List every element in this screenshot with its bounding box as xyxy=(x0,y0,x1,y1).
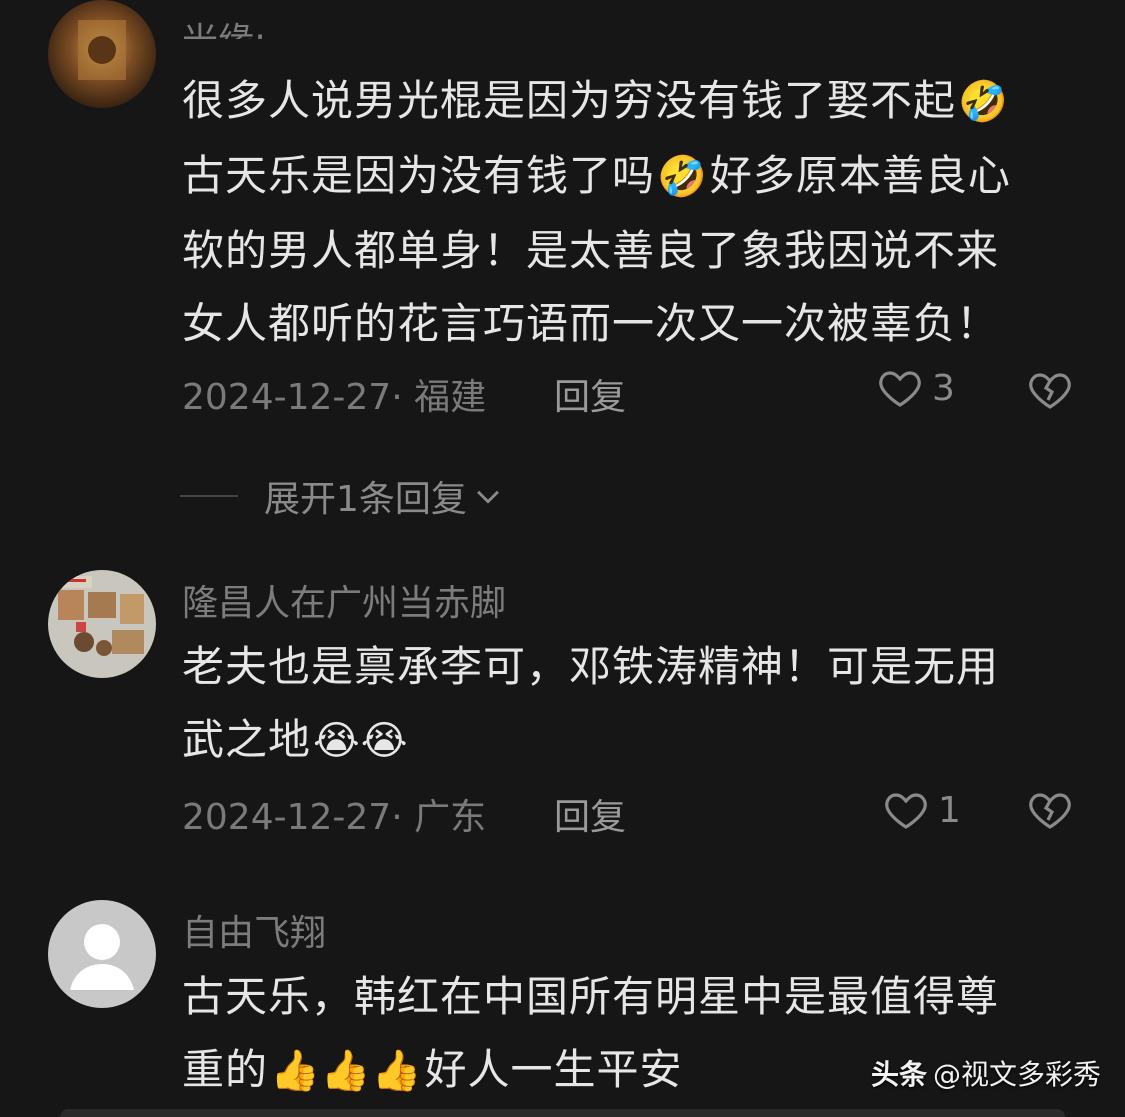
reply-button[interactable]: 回复 xyxy=(554,368,626,420)
watermark-handle: @视文多彩秀 xyxy=(932,1058,1101,1091)
broken-heart-icon[interactable] xyxy=(1026,786,1074,834)
chevron-down-icon xyxy=(476,490,499,504)
reply-button[interactable]: 回复 xyxy=(554,788,626,840)
rofl-emoji-icon: 🤣 xyxy=(657,154,708,200)
person-silhouette-icon xyxy=(48,900,156,1008)
avatar[interactable] xyxy=(48,0,156,108)
rofl-emoji-icon: 🤣 xyxy=(958,79,1009,125)
like-button[interactable]: 1 xyxy=(882,786,961,834)
comment-author[interactable]: 隆昌人在广州当赤脚 xyxy=(182,574,506,626)
avatar[interactable] xyxy=(48,900,156,1008)
watermark: 头条 @视文多彩秀 xyxy=(871,1053,1101,1093)
comment-author[interactable]: 自由飞翔 xyxy=(182,904,326,956)
broken-heart-icon[interactable] xyxy=(1026,366,1074,414)
like-count: 1 xyxy=(938,789,961,831)
watermark-brand: 头条 xyxy=(870,1058,927,1091)
comment-date-region: 2024-12-27· 福建 xyxy=(182,377,487,418)
expand-replies-button[interactable]: 展开1条回复 xyxy=(180,470,505,522)
expand-replies-label: 展开1条回复 xyxy=(264,479,467,520)
comment-author[interactable]: 光缘: xyxy=(182,12,266,39)
thumbs-up-emoji-icon: 👍👍👍 xyxy=(270,1048,423,1094)
crying-emoji-icon: 😭😭 xyxy=(313,718,409,764)
heart-outline-icon xyxy=(879,371,921,407)
like-count: 3 xyxy=(932,367,955,409)
comment-date-region: 2024-12-27· 广东 xyxy=(182,797,487,838)
comment-text: 老夫也是禀承李可，邓铁涛精神！可是无用 武之地😭😭 xyxy=(182,642,1000,764)
comment-text: 很多人说男光棍是因为穷没有钱了娶不起🤣 古天乐是因为没有钱了吗🤣好多原本善良心 … xyxy=(182,76,1011,348)
heart-outline-icon xyxy=(885,793,927,829)
like-button[interactable]: 3 xyxy=(876,364,955,412)
bottom-sheet-edge xyxy=(60,1109,1065,1117)
avatar[interactable] xyxy=(48,570,156,678)
divider xyxy=(180,495,238,497)
